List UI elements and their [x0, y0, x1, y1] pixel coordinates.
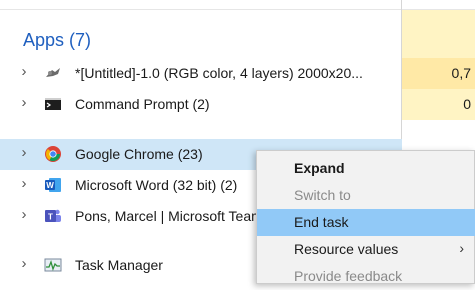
menu-item-label: End task: [294, 214, 349, 230]
context-menu: Expand Switch to End task Resource value…: [256, 150, 475, 284]
menu-item-label: Resource values: [294, 241, 399, 257]
gimp-icon: [46, 68, 60, 77]
submenu-arrow-icon: ›: [459, 240, 464, 256]
process-name: Microsoft Word (32 bit) (2): [75, 177, 238, 193]
command-prompt-icon: [45, 98, 61, 110]
process-name: Command Prompt (2): [75, 96, 210, 112]
process-name: Pons, Marcel | Microsoft Teams: [75, 208, 270, 224]
chevron-right-icon[interactable]: ›: [16, 256, 32, 272]
cpu-column-header[interactable]: [402, 10, 475, 58]
header-divider: [0, 0, 475, 10]
chevron-right-icon[interactable]: ›: [16, 95, 32, 111]
chrome-icon: [45, 146, 61, 162]
svg-text:T: T: [48, 213, 53, 222]
teams-icon: T: [45, 209, 61, 222]
menu-item-end-task[interactable]: End task: [257, 209, 475, 236]
task-manager-icon: [44, 258, 62, 272]
process-name: Google Chrome (23): [75, 146, 203, 162]
menu-item-switch-to[interactable]: Switch to: [257, 182, 475, 209]
menu-item-label: Provide feedback: [294, 268, 403, 284]
menu-item-label: Expand: [294, 160, 345, 176]
menu-item-expand[interactable]: Expand: [257, 155, 475, 182]
chevron-right-icon[interactable]: ›: [16, 176, 32, 192]
process-row[interactable]: › Command Prompt (2): [0, 89, 475, 120]
menu-item-resource-values[interactable]: Resource values ›: [257, 236, 475, 263]
chevron-right-icon[interactable]: ›: [16, 64, 32, 80]
menu-item-provide-feedback[interactable]: Provide feedback: [257, 263, 475, 290]
process-name: *[Untitled]-1.0 (RGB color, 4 layers) 20…: [75, 65, 363, 81]
apps-section-title: Apps (7): [23, 30, 92, 50]
menu-item-label: Switch to: [294, 187, 351, 203]
chevron-right-icon[interactable]: ›: [16, 207, 32, 223]
svg-text:W: W: [46, 181, 54, 190]
word-icon: W: [45, 178, 61, 192]
process-name: Task Manager: [75, 257, 163, 273]
process-row[interactable]: › *[Untitled]-1.0 (RGB color, 4 layers) …: [0, 58, 475, 89]
chevron-right-icon[interactable]: ›: [16, 145, 32, 161]
